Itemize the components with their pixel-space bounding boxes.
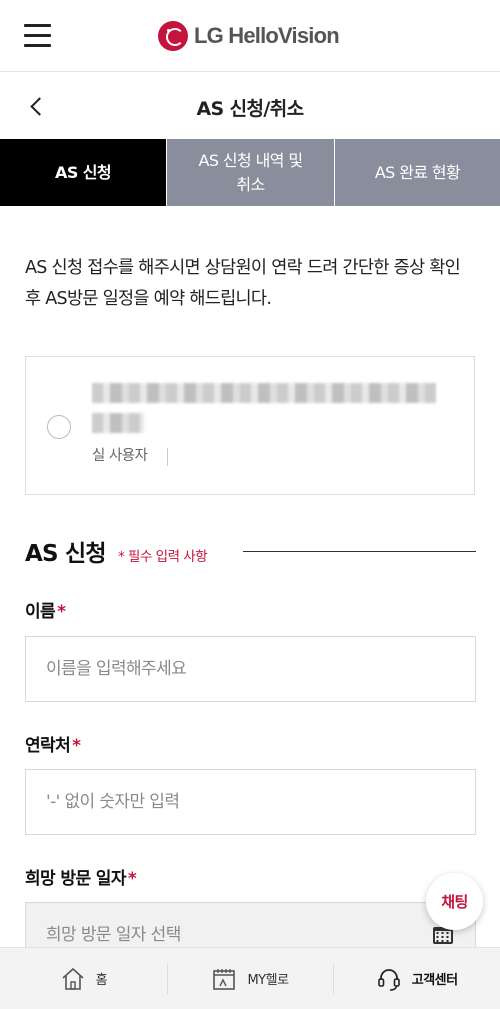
section-title: AS 신청: [25, 541, 107, 567]
user-select-card[interactable]: 실 사용자: [25, 356, 475, 495]
my-page-icon: [213, 968, 236, 990]
home-icon: [62, 967, 84, 990]
visit-date-label: 희망 방문 일자 *: [25, 869, 137, 889]
nav-customer-center[interactable]: 고객센터: [333, 948, 500, 1009]
section-header: AS 신청 * 필수 입력 사항: [25, 534, 476, 568]
tab-as-completed[interactable]: AS 완료 현황: [334, 139, 500, 206]
top-bar: LG HelloVision: [0, 0, 500, 72]
required-mark: *: [72, 736, 81, 756]
phone-label: 연락처 *: [25, 736, 81, 756]
tab-as-history-cancel[interactable]: AS 신청 내역 및 취소: [166, 139, 334, 206]
nav-home[interactable]: 홈: [0, 948, 167, 1009]
logo-text: LG HelloVision: [194, 23, 340, 48]
bottom-nav: 홈 MY헬로 고객센터: [0, 947, 500, 1009]
lg-logo-icon: [158, 21, 188, 51]
redacted-address: [92, 383, 436, 403]
name-input[interactable]: [46, 637, 451, 701]
name-label: 이름 *: [25, 602, 66, 622]
nav-my-hello[interactable]: MY헬로: [166, 948, 334, 1009]
phone-field[interactable]: [25, 769, 476, 835]
nav-home-label: 홈: [95, 973, 108, 988]
tab-as-request[interactable]: AS 신청: [0, 139, 166, 206]
redacted-detail: [92, 413, 144, 433]
user-role-label: 실 사용자: [92, 448, 148, 464]
required-mark: *: [127, 869, 137, 889]
required-mark: *: [57, 602, 66, 622]
page-header: AS 신청/취소: [0, 72, 500, 139]
divider: [167, 448, 168, 466]
tab-bar: AS 신청 AS 신청 내역 및 취소 AS 완료 현황: [0, 139, 500, 206]
nav-my-hello-label: MY헬로: [247, 973, 289, 988]
page-title: AS 신청/취소: [196, 98, 304, 120]
user-radio-button[interactable]: [47, 415, 71, 439]
section-divider: [243, 551, 476, 552]
lg-hellovision-logo[interactable]: LG HelloVision: [158, 20, 340, 52]
chat-button[interactable]: 채팅: [426, 873, 483, 930]
intro-text: AS 신청 접수를 해주시면 상담원이 연락 드려 간단한 증상 확인 후 AS…: [25, 258, 461, 309]
required-note: * 필수 입력 사항: [118, 549, 208, 565]
headset-icon: [377, 968, 400, 991]
phone-input[interactable]: [46, 770, 451, 834]
hamburger-menu-icon[interactable]: [24, 22, 51, 48]
name-field[interactable]: [25, 636, 476, 702]
nav-customer-center-label: 고객센터: [411, 973, 458, 988]
